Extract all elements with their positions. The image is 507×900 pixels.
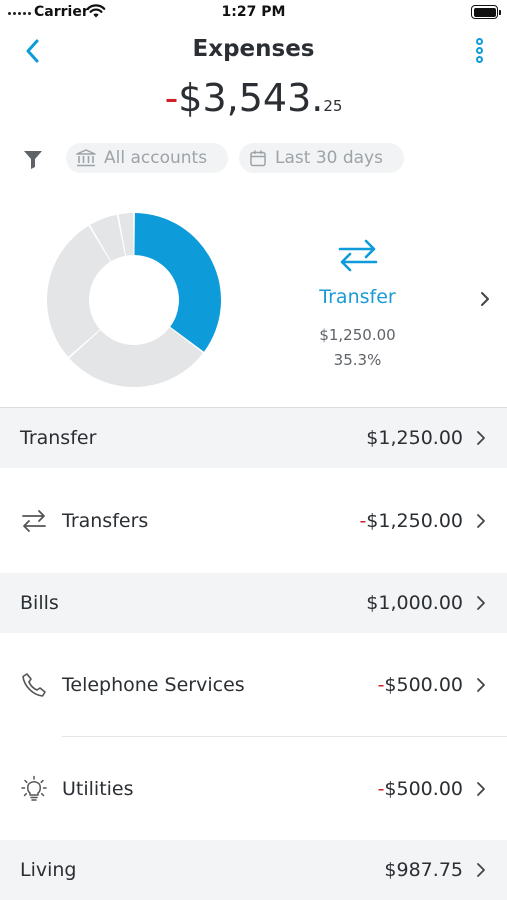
group-label: Transfer [20,427,97,449]
selected-category-percent: 35.3% [333,351,382,369]
item-amount: -$500.00 [377,777,463,800]
total-cents: 25 [323,97,343,115]
group-amount: $987.75 [384,859,463,881]
list-item-transfers[interactable]: Transfers -$1,250.00 [0,468,507,573]
item-amount: -$1,250.00 [359,509,463,532]
chevron-right-icon [477,513,485,528]
bank-icon [76,149,96,167]
chevron-right-icon [477,677,485,692]
phone-icon [22,672,46,697]
total-amount: -$3,543.25 [0,76,507,120]
selected-category-name[interactable]: Transfer [290,286,425,308]
status-bar: Carrier 1:27 PM [0,0,507,26]
battery-icon [471,5,501,19]
list-item-utilities[interactable]: Utilities -$500.00 [0,737,507,840]
group-row-living[interactable]: Living $987.75 [0,840,507,900]
total-main: $3,543. [178,76,324,120]
item-label: Transfers [62,509,149,532]
more-options-icon[interactable] [473,38,485,66]
list-item-telephone-services[interactable]: Telephone Services -$500.00 [0,633,507,736]
filter-icon[interactable] [22,148,44,170]
item-label: Telephone Services [62,673,245,696]
next-category-chevron-icon[interactable] [478,290,492,308]
group-label: Bills [20,592,59,614]
accounts-filter-chip[interactable]: All accounts [66,143,228,173]
group-label: Living [20,859,77,881]
clock: 1:27 PM [221,4,286,20]
selected-category-amount: $1,250.00 [319,326,396,344]
group-amount: $1,250.00 [366,427,463,449]
group-row-bills[interactable]: Bills $1,000.00 [0,573,507,633]
chevron-right-icon [477,781,485,796]
page-title: Expenses [192,36,315,62]
date-filter-label: Last 30 days [275,148,383,168]
chevron-right-icon [477,431,485,445]
lightbulb-icon [21,775,47,801]
chevron-right-icon [477,863,485,877]
donut-hole [90,256,178,344]
item-label: Utilities [62,777,134,800]
date-filter-chip[interactable]: Last 30 days [239,143,404,173]
group-row-transfer[interactable]: Transfer $1,250.00 [0,408,507,468]
item-amount: -$500.00 [377,673,463,696]
calendar-icon [250,150,266,167]
expenses-donut-chart[interactable] [44,210,224,390]
transfer-arrows-icon [338,239,378,272]
total-sign: - [164,76,179,120]
group-amount: $1,000.00 [366,592,463,614]
chevron-right-icon [477,596,485,610]
accounts-filter-label: All accounts [104,148,208,168]
transfer-arrows-icon [22,509,46,532]
